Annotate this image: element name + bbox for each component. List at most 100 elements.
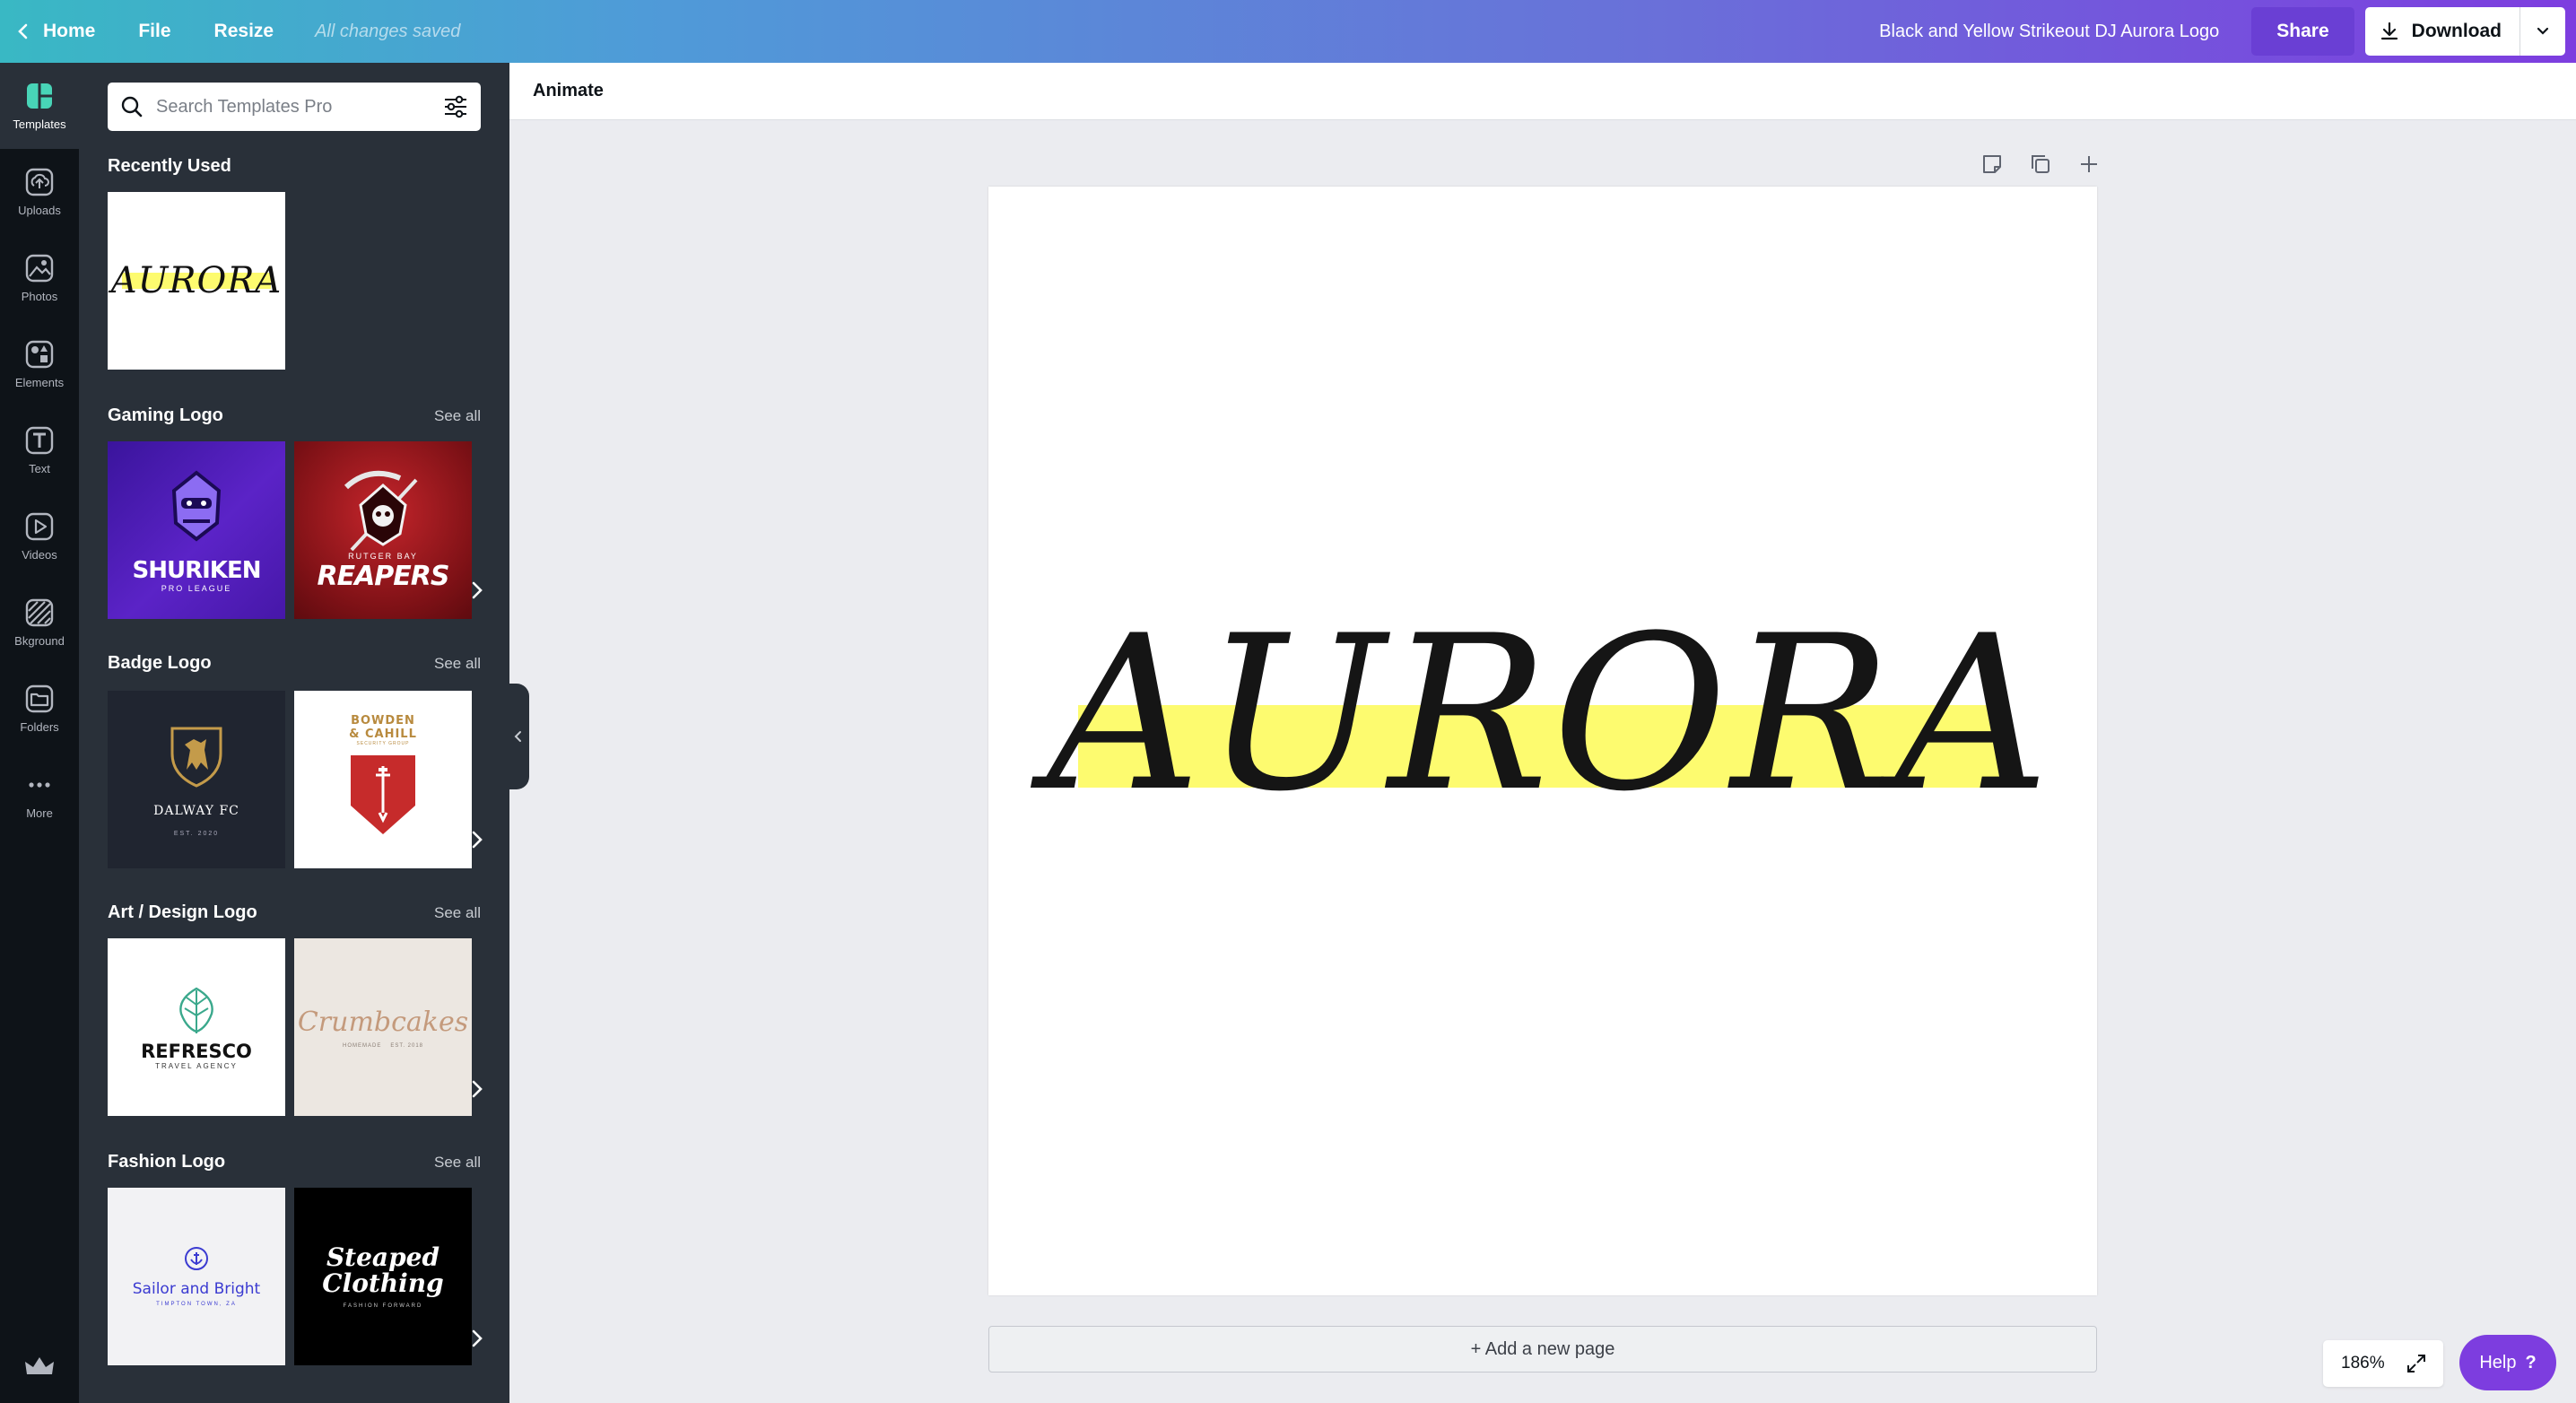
next-templates-button[interactable] xyxy=(466,572,488,608)
download-options-button[interactable] xyxy=(2520,7,2565,56)
rail-item-photos[interactable]: Photos xyxy=(0,235,79,321)
reaper-mascot-icon xyxy=(344,470,418,551)
add-new-page-button[interactable]: + Add a new page xyxy=(988,1326,2097,1372)
next-templates-button[interactable] xyxy=(466,1071,488,1107)
search-input[interactable] xyxy=(156,96,443,118)
template-thumb-crumbcakes[interactable]: Crumbcakes HOMEMADE EST. 2018 xyxy=(294,938,472,1116)
chevron-left-icon xyxy=(514,731,521,742)
thumb-title: Steaped xyxy=(326,1242,440,1272)
design-canvas[interactable]: AURORA xyxy=(988,187,2097,1295)
rail-item-videos[interactable]: Videos xyxy=(0,493,79,580)
thumb-title-2: Clothing xyxy=(322,1268,444,1298)
section-title: Fashion Logo xyxy=(108,1152,226,1172)
template-thumb-steaped[interactable]: Steaped Clothing FASHION FORWARD xyxy=(294,1188,472,1365)
template-thumb-aurora[interactable]: AURORA xyxy=(108,192,285,370)
home-button[interactable]: Home xyxy=(16,0,117,63)
help-button[interactable]: Help ? xyxy=(2459,1335,2556,1390)
templates-panel: Recently Used AURORA Gaming Logo See all… xyxy=(79,63,509,1403)
chevron-right-icon xyxy=(472,831,483,849)
next-templates-button[interactable] xyxy=(466,822,488,858)
shield-sword-icon xyxy=(351,755,415,834)
template-thumb-sailor[interactable]: Sailor and Bright TIMPTON TOWN, ZA xyxy=(108,1188,285,1365)
chevron-right-icon xyxy=(472,1329,483,1347)
upgrade-button[interactable] xyxy=(23,1355,56,1384)
template-thumb-shuriken[interactable]: SHURIKEN PRO LEAGUE xyxy=(108,441,285,619)
animate-button[interactable]: Animate xyxy=(533,81,604,101)
see-all-link[interactable]: See all xyxy=(434,655,481,673)
page-tools xyxy=(1980,152,2101,176)
thumb-subtitle: EST. 2020 xyxy=(173,830,220,837)
filter-icon[interactable] xyxy=(443,95,468,118)
aurora-text[interactable]: AURORA xyxy=(988,608,2097,822)
template-thumb-reapers[interactable]: RUTGER BAY REAPERS xyxy=(294,441,472,619)
rail-item-templates[interactable]: Templates xyxy=(0,63,79,149)
search-box xyxy=(108,83,481,131)
zoom-control[interactable]: 186% xyxy=(2323,1340,2443,1387)
fashion-logo-header: Fashion Logo See all xyxy=(108,1152,481,1172)
template-thumb-dalway[interactable]: DALWAY FC EST. 2020 xyxy=(108,691,285,868)
rail-label: Bkground xyxy=(14,633,65,648)
template-thumb-refresco[interactable]: REFRESCO TRAVEL AGENCY xyxy=(108,938,285,1116)
rail-item-uploads[interactable]: Uploads xyxy=(0,149,79,235)
rail-item-text[interactable]: Text xyxy=(0,407,79,493)
duplicate-page-icon[interactable] xyxy=(2029,152,2052,176)
chevron-right-icon xyxy=(472,1080,483,1098)
add-page-icon[interactable] xyxy=(2077,152,2101,176)
rail-label: Videos xyxy=(22,547,57,562)
download-icon xyxy=(2380,22,2398,40)
thumb-title: SHURIKEN xyxy=(132,557,262,584)
save-status: All changes saved xyxy=(315,21,461,41)
thumb-text: AURORA xyxy=(110,260,283,301)
collapse-panel-button[interactable] xyxy=(508,684,529,789)
rail-item-elements[interactable]: Elements xyxy=(0,321,79,407)
anchor-icon xyxy=(185,1247,208,1270)
file-menu-button[interactable]: File xyxy=(117,0,192,63)
resize-button[interactable]: Resize xyxy=(193,0,296,63)
see-all-link[interactable]: See all xyxy=(434,904,481,922)
thumb-subtitle: TIMPTON TOWN, ZA xyxy=(156,1302,237,1307)
thumb-title: Sailor and Bright xyxy=(132,1280,261,1298)
rail-label: Text xyxy=(29,461,50,475)
see-all-link[interactable]: See all xyxy=(434,1154,481,1172)
rail-label: Elements xyxy=(14,375,65,389)
elements-icon xyxy=(25,340,54,368)
search-icon xyxy=(121,96,143,118)
scroll-fade xyxy=(488,691,509,868)
rail-label: Photos xyxy=(21,289,58,303)
page-notes-icon[interactable] xyxy=(1980,152,2004,176)
see-all-link[interactable]: See all xyxy=(434,407,481,425)
fullscreen-icon[interactable] xyxy=(2406,1353,2427,1374)
gaming-logo-header: Gaming Logo See all xyxy=(108,405,481,426)
top-bar-right: Black and Yellow Strikeout DJ Aurora Log… xyxy=(1879,0,2576,63)
zoom-level[interactable]: 186% xyxy=(2341,1354,2385,1373)
recently-used-header: Recently Used xyxy=(108,156,481,177)
document-title[interactable]: Black and Yellow Strikeout DJ Aurora Log… xyxy=(1879,22,2219,42)
scroll-fade xyxy=(488,1188,509,1365)
template-thumb-bowden[interactable]: BOWDEN & CAHILL SECURITY GROUP xyxy=(294,691,472,868)
badge-logo-header: Badge Logo See all xyxy=(108,653,481,674)
thumb-title: Crumbcakes xyxy=(297,1006,469,1038)
thumb-title: REFRESCO xyxy=(141,1040,252,1062)
next-templates-button[interactable] xyxy=(466,1320,488,1356)
rail-item-more[interactable]: More xyxy=(0,752,79,838)
text-icon xyxy=(25,426,54,454)
context-toolbar: Animate xyxy=(509,63,2576,120)
chevron-right-icon xyxy=(472,581,483,599)
photo-icon xyxy=(25,254,54,282)
section-title: Recently Used xyxy=(108,156,231,176)
thumb-subtitle: HOMEMADE xyxy=(342,1042,382,1049)
rail-label: Templates xyxy=(13,117,66,131)
rail-item-background[interactable]: Bkground xyxy=(0,580,79,666)
thumb-subtitle-row: HOMEMADE EST. 2018 xyxy=(343,1043,423,1049)
download-button[interactable]: Download xyxy=(2365,7,2520,56)
thumb-subtitle: PRO LEAGUE xyxy=(161,584,232,593)
art-design-logo-header: Art / Design Logo See all xyxy=(108,902,481,923)
section-title: Gaming Logo xyxy=(108,405,223,425)
share-button[interactable]: Share xyxy=(2251,7,2354,56)
rail-label: Uploads xyxy=(18,203,61,217)
rail-item-folders[interactable]: Folders xyxy=(0,666,79,752)
top-bar: Home File Resize All changes saved Black… xyxy=(0,0,2576,63)
chevron-down-icon xyxy=(2537,27,2549,35)
ninja-mascot-icon xyxy=(171,470,222,542)
leaf-icon xyxy=(179,987,213,1033)
